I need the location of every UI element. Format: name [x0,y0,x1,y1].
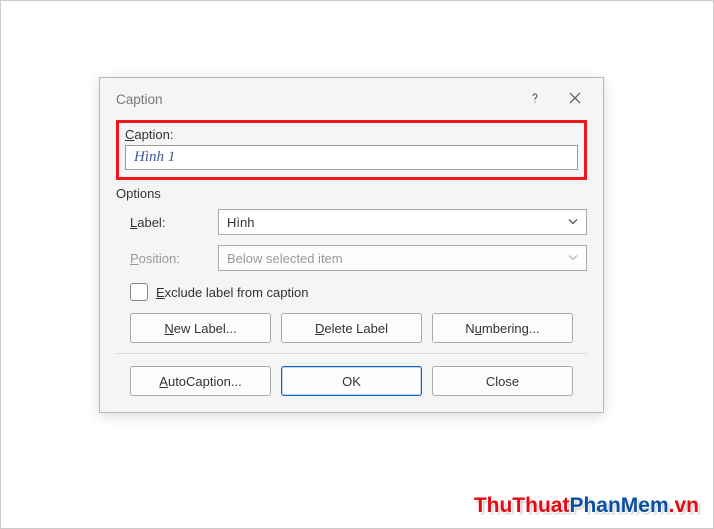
watermark-part1: ThuThuat [474,494,570,517]
new-label-button[interactable]: New Label... [130,313,271,343]
chevron-down-icon [568,251,578,266]
button-row-2: AutoCaption... OK Close [116,366,587,396]
chevron-down-icon [568,215,578,230]
label-select-value: Hình [227,215,254,230]
position-field-label: Position: [130,251,210,266]
exclude-checkbox-label: Exclude label from caption [156,285,308,300]
button-row-1: New Label... Delete Label Numbering... [116,313,587,343]
autocaption-button[interactable]: AutoCaption... [130,366,271,396]
caption-highlight: Caption: [116,120,587,180]
watermark: ThuThuatPhanMem.vn [474,494,699,518]
dialog-title: Caption [116,92,515,107]
options-section-label: Options [116,186,587,201]
label-select[interactable]: Hình [218,209,587,235]
numbering-button[interactable]: Numbering... [432,313,573,343]
help-button[interactable] [515,78,555,120]
caption-input[interactable] [125,145,578,170]
position-select: Below selected item [218,245,587,271]
help-icon [529,92,541,107]
caption-label: Caption: [125,127,578,142]
watermark-part2: PhanMem [569,494,668,517]
caption-dialog: Caption Caption: Options Label: Hình Pos… [99,77,604,413]
divider [116,353,587,354]
close-window-button[interactable] [555,78,595,120]
close-icon [569,92,581,107]
dialog-content: Caption: Options Label: Hình Position: B… [100,120,603,412]
options-grid: Label: Hình Position: Below selected ite… [116,209,587,271]
label-field-label: Label: [130,215,210,230]
watermark-part3: .vn [669,494,699,517]
delete-label-button[interactable]: Delete Label [281,313,422,343]
ok-button[interactable]: OK [281,366,422,396]
position-select-value: Below selected item [227,251,343,266]
exclude-checkbox-row[interactable]: Exclude label from caption [116,283,587,301]
titlebar: Caption [100,78,603,120]
exclude-checkbox[interactable] [130,283,148,301]
close-button[interactable]: Close [432,366,573,396]
